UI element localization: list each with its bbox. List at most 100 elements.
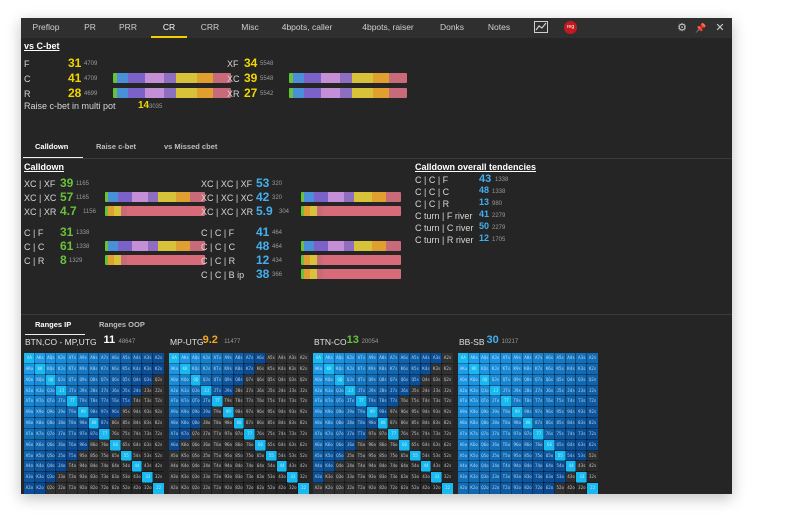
range-cell: 85o (232, 449, 246, 463)
vs-cbet-xr-label: XR (227, 89, 240, 99)
range-cell: 72o (532, 482, 546, 494)
range-cell: T2o (355, 482, 368, 494)
range-cell: 63o (398, 471, 411, 485)
range-cell: K6o (467, 438, 481, 452)
range-cell: 93s (575, 406, 589, 420)
range-cell: J2o (344, 482, 358, 494)
range-cell: Q3s (430, 373, 444, 387)
range-cell: 63o (254, 471, 267, 485)
vs-cbet-xc-count: 5548 (260, 76, 274, 82)
range-cell: 83s (141, 417, 155, 430)
range-cell: Q2s (586, 373, 598, 387)
calldown-xc-xc-value: 57 (60, 190, 74, 204)
range-cell: A2s (152, 353, 164, 365)
range-cell: A7o (313, 427, 325, 441)
range-cell: J9s (76, 384, 90, 398)
range-cell: 98s (521, 406, 535, 420)
range-cell: 93o (510, 471, 524, 485)
tab-crr[interactable]: CRR (189, 18, 231, 38)
range-cell: J7s (387, 384, 401, 398)
range-cell: 55 (553, 449, 567, 463)
tab-preflop[interactable]: Preflop (21, 18, 71, 38)
range-cell: 85s (264, 417, 278, 430)
range-cell: J9o (55, 406, 69, 420)
tab-donks[interactable]: Donks (431, 18, 473, 38)
subtab-raise-c-bet[interactable]: Raise c-bet (96, 142, 136, 151)
calldown-xc-xc-xf-value: 53 (256, 176, 270, 190)
range-cell: ATo (458, 395, 470, 409)
range-cell: KJs (344, 362, 358, 376)
range-cell: Q6o (44, 438, 58, 452)
range-cell: K5o (178, 449, 192, 463)
range-cell: Q3o (478, 471, 492, 485)
tab-prr[interactable]: PRR (107, 18, 149, 38)
range-cell: J5s (119, 384, 133, 398)
tendency-c-c-c-label: C | C | C (415, 187, 450, 197)
tab-pr[interactable]: PR (73, 18, 107, 38)
range-cell: J3o (55, 471, 69, 485)
range-cell: 43o (275, 471, 289, 485)
range-cell: T7s (243, 395, 257, 409)
range-cell: A8o (458, 417, 470, 430)
range-cell: Q7s (243, 373, 257, 387)
range-cell: J6o (55, 438, 69, 452)
range-tab-oop[interactable]: Ranges OOP (99, 320, 145, 329)
range-cell: Q7o (478, 427, 492, 441)
range-cell: A2s (441, 353, 453, 365)
tab-misc[interactable]: Misc (232, 18, 268, 38)
range-cell: QTs (500, 373, 513, 387)
tab-cr[interactable]: CR (151, 18, 187, 38)
range-cell: 85o (87, 449, 101, 463)
range-cell: A4o (458, 460, 470, 474)
range-cell: K4o (322, 460, 336, 474)
range-cell: J5o (489, 449, 503, 463)
range-cell: Q5s (408, 373, 422, 387)
range-cell: 92s (297, 406, 309, 420)
range-cell: Q7o (44, 427, 58, 441)
range-cell: K9s (221, 362, 235, 376)
range-cell: J6o (344, 438, 358, 452)
range-cell: 66 (398, 438, 411, 452)
range-cell: 72s (152, 427, 164, 441)
range-cell: K2s (297, 362, 309, 376)
tendency-c-c-r-label: C | C | R (415, 199, 450, 209)
range-cell: T3s (141, 395, 155, 409)
range-cell: 32o (286, 482, 300, 494)
pin-icon[interactable]: 📌 (694, 21, 708, 35)
range-cell: Q4s (419, 373, 433, 387)
divider (21, 158, 732, 159)
range-cell: 54s (130, 449, 144, 463)
range-cell: 97s (243, 406, 257, 420)
range-cell: 43s (286, 460, 300, 474)
chart-icon[interactable] (533, 21, 549, 35)
range-cell: AJs (55, 353, 69, 365)
tab-notes[interactable]: Notes (473, 18, 525, 38)
range-cell: KQs (189, 362, 203, 376)
tab-4bpots-raiser[interactable]: 4bpots, raiser (348, 18, 428, 38)
range-cell: 43o (419, 471, 433, 485)
range-cell: Q5s (553, 373, 567, 387)
range-cell: 75s (408, 427, 422, 441)
range-cell: 85o (376, 449, 390, 463)
range-cell: 75o (387, 449, 401, 463)
range-cell: T2s (152, 395, 164, 409)
range-cell: K8s (232, 362, 246, 376)
tab-4bpots-caller[interactable]: 4bpots, caller (268, 18, 346, 38)
range-cell: K8o (33, 417, 47, 430)
subtab-vs-missed-cbet[interactable]: vs Missed cbet (164, 142, 217, 151)
range-cell: A5s (553, 353, 567, 365)
range-cell: 77 (243, 427, 257, 441)
range-cell: K2o (178, 482, 192, 494)
range-cell: 72o (243, 482, 257, 494)
range-cell: 85s (408, 417, 422, 430)
close-icon[interactable]: ✕ (713, 21, 727, 35)
range-cell: A7s (98, 353, 112, 365)
gear-icon[interactable]: ⚙ (675, 21, 689, 35)
range-tab-ip[interactable]: Ranges IP (35, 320, 71, 329)
active-range-tab-underline (25, 334, 85, 335)
range-cell: Q2s (297, 373, 309, 387)
range-matrix: AA AKs AQs AJs ATs A9s A8s A7s A6s A5s A4s A3s A2s AK… (24, 353, 164, 494)
range-cell: 76o (243, 438, 257, 452)
range-cell: 32s (297, 471, 309, 485)
subtab-calldown[interactable]: Calldown (35, 142, 68, 151)
